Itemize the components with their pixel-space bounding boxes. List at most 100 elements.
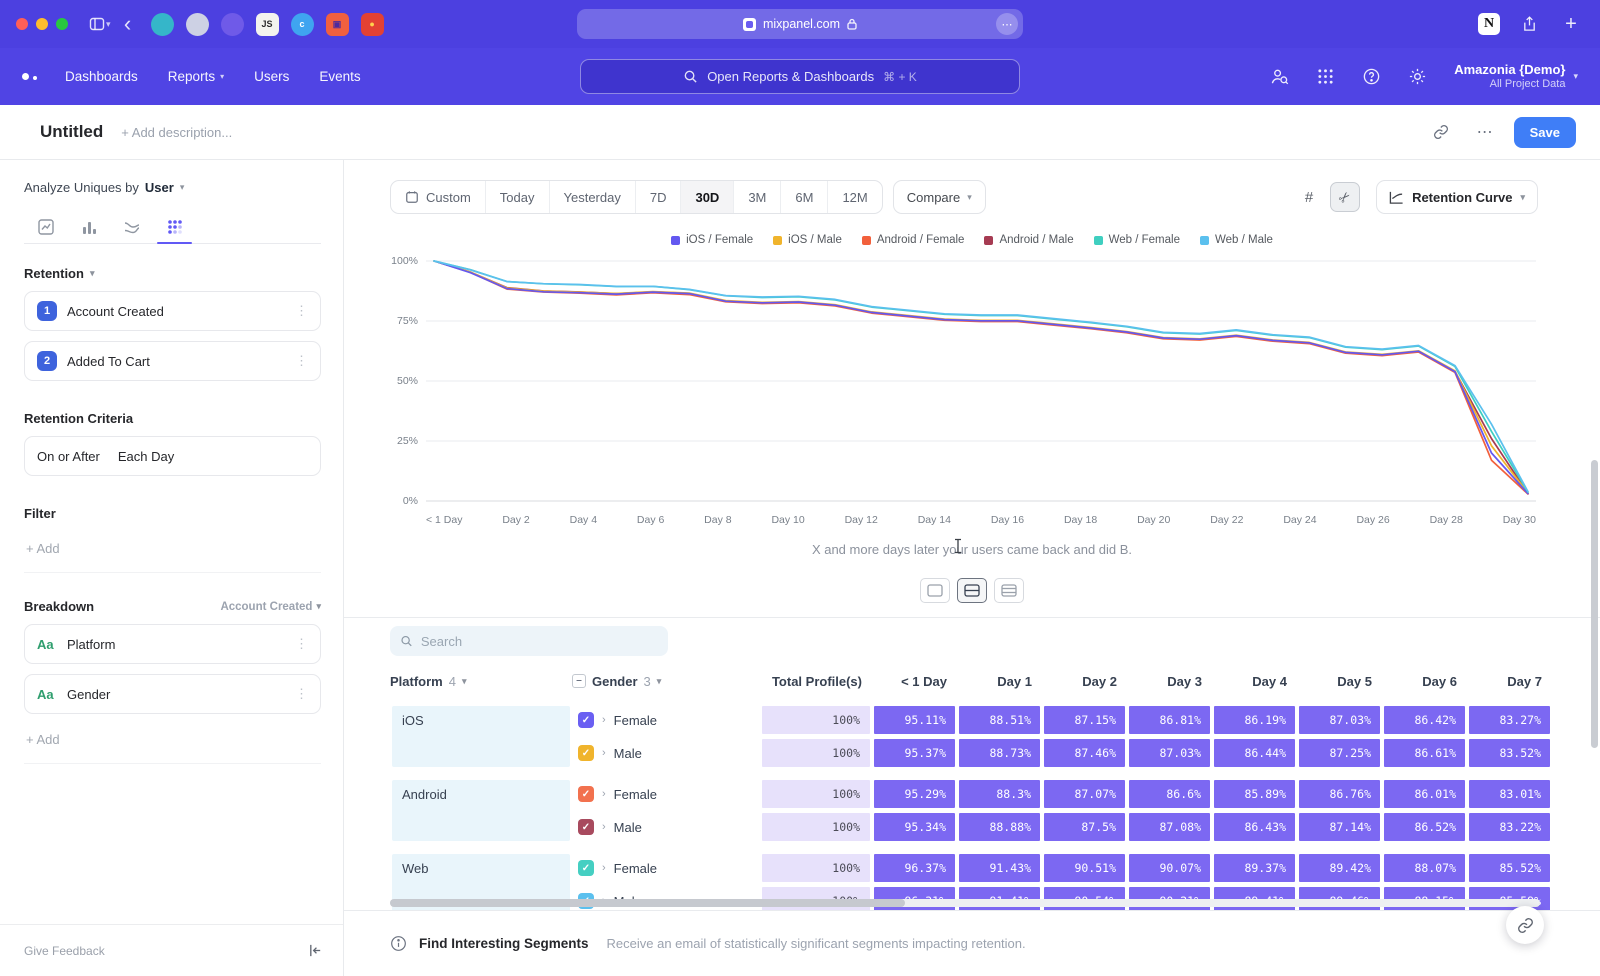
retention-value-cell[interactable]: 86.6% bbox=[1129, 780, 1210, 808]
nav-item-events[interactable]: Events bbox=[319, 69, 360, 84]
extension-recorder-icon[interactable]: ● bbox=[361, 13, 384, 36]
day-column-header[interactable]: Day 3 bbox=[1127, 668, 1212, 694]
range-30d[interactable]: 30D bbox=[680, 181, 733, 213]
retention-value-cell[interactable]: 96.37% bbox=[874, 854, 955, 882]
retention-value-cell[interactable]: 86.76% bbox=[1299, 780, 1380, 808]
legend-web-female[interactable]: Web / Female bbox=[1094, 234, 1180, 246]
range-6m[interactable]: 6M bbox=[780, 181, 827, 213]
retention-value-cell[interactable]: 86.61% bbox=[1384, 739, 1465, 767]
share-link-floating-button[interactable] bbox=[1506, 906, 1544, 944]
total-profiles-column-header[interactable]: Total Profile(s) bbox=[760, 668, 872, 694]
row-checkbox[interactable]: ✓ bbox=[578, 712, 594, 728]
more-options-icon[interactable]: ⋯ bbox=[1470, 117, 1500, 147]
retention-value-cell[interactable]: 89.42% bbox=[1299, 854, 1380, 882]
retention-value-cell[interactable]: 87.08% bbox=[1129, 813, 1210, 841]
retention-line-web-female[interactable] bbox=[434, 261, 1528, 492]
range-12m[interactable]: 12M bbox=[827, 181, 881, 213]
split-view-button[interactable] bbox=[957, 578, 987, 603]
platform-cell[interactable]: Android bbox=[392, 780, 570, 841]
range-today[interactable]: Today bbox=[485, 181, 549, 213]
day-column-header[interactable]: < 1 Day bbox=[872, 668, 957, 694]
gender-cell-android-male[interactable]: ✓›Male bbox=[572, 812, 760, 842]
table-search-input[interactable] bbox=[421, 634, 658, 649]
retention-value-cell[interactable]: 85.89% bbox=[1214, 780, 1295, 808]
criteria-each-day[interactable]: Each Day bbox=[118, 449, 174, 464]
minimize-window-button[interactable] bbox=[36, 18, 48, 30]
row-checkbox[interactable]: ✓ bbox=[578, 745, 594, 761]
retention-value-cell[interactable]: 88.07% bbox=[1384, 854, 1465, 882]
retention-value-cell[interactable]: 95.11% bbox=[874, 706, 955, 734]
retention-section-title[interactable]: Retention bbox=[24, 266, 84, 281]
table-search[interactable] bbox=[390, 626, 668, 656]
range-yesterday[interactable]: Yesterday bbox=[549, 181, 635, 213]
nav-item-users[interactable]: Users bbox=[254, 69, 289, 84]
nav-item-dashboards[interactable]: Dashboards bbox=[65, 69, 138, 84]
chart-view-dropdown[interactable]: Retention Curve ▾ bbox=[1376, 180, 1538, 214]
retention-value-cell[interactable]: 86.42% bbox=[1384, 706, 1465, 734]
nav-item-reports[interactable]: Reports▾ bbox=[168, 69, 224, 84]
gender-cell-android-female[interactable]: ✓›Female bbox=[572, 779, 760, 809]
day-column-header[interactable]: Day 2 bbox=[1042, 668, 1127, 694]
zoom-window-button[interactable] bbox=[56, 18, 68, 30]
extension-js-icon[interactable]: JS bbox=[256, 13, 279, 36]
retention-line-ios-male[interactable] bbox=[434, 261, 1528, 493]
row-checkbox[interactable]: ✓ bbox=[578, 786, 594, 802]
retention-value-cell[interactable]: 86.52% bbox=[1384, 813, 1465, 841]
retention-value-cell[interactable]: 87.03% bbox=[1299, 706, 1380, 734]
apps-grid-icon[interactable] bbox=[1312, 64, 1338, 90]
clip-chart-icon[interactable]: ✂ bbox=[1330, 182, 1360, 212]
gender-column-header[interactable]: – Gender 3 ▾ bbox=[572, 668, 760, 694]
gender-cell-ios-female[interactable]: ✓›Female bbox=[572, 705, 760, 735]
add-breakdown-button[interactable]: + Add bbox=[24, 726, 321, 764]
retention-step-added-to-cart[interactable]: 2Added To Cart⋮ bbox=[24, 341, 321, 381]
add-filter-button[interactable]: + Add bbox=[24, 535, 321, 573]
range-3m[interactable]: 3M bbox=[733, 181, 780, 213]
retention-value-cell[interactable]: 87.46% bbox=[1044, 739, 1125, 767]
save-button[interactable]: Save bbox=[1514, 117, 1576, 148]
retention-value-cell[interactable]: 87.5% bbox=[1044, 813, 1125, 841]
chevron-down-icon[interactable]: ▾ bbox=[106, 19, 111, 30]
annotations-icon[interactable]: # bbox=[1294, 182, 1324, 212]
extension-color-icon[interactable]: c bbox=[291, 13, 314, 36]
retention-value-cell[interactable]: 95.29% bbox=[874, 780, 955, 808]
kebab-menu-icon[interactable]: ⋮ bbox=[295, 303, 308, 319]
retention-value-cell[interactable]: 95.34% bbox=[874, 813, 955, 841]
notion-extension-icon[interactable]: N bbox=[1478, 13, 1500, 35]
retention-value-cell[interactable]: 86.43% bbox=[1214, 813, 1295, 841]
day-column-header[interactable]: Day 7 bbox=[1467, 668, 1552, 694]
day-column-header[interactable]: Day 5 bbox=[1297, 668, 1382, 694]
help-icon[interactable] bbox=[1358, 64, 1384, 90]
select-all-checkbox[interactable]: – bbox=[572, 674, 586, 688]
retention-value-cell[interactable]: 95.37% bbox=[874, 739, 955, 767]
retention-value-cell[interactable]: 88.73% bbox=[959, 739, 1040, 767]
criteria-on-or-after[interactable]: On or After bbox=[37, 449, 100, 464]
day-column-header[interactable]: Day 6 bbox=[1382, 668, 1467, 694]
retention-value-cell[interactable]: 87.25% bbox=[1299, 739, 1380, 767]
site-options-icon[interactable]: ⋯ bbox=[996, 13, 1018, 35]
copy-link-icon[interactable] bbox=[1426, 117, 1456, 147]
retention-value-cell[interactable]: 90.51% bbox=[1044, 854, 1125, 882]
close-window-button[interactable] bbox=[16, 18, 28, 30]
retention-value-cell[interactable]: 83.52% bbox=[1469, 739, 1550, 767]
legend-ios-female[interactable]: iOS / Female bbox=[671, 234, 753, 246]
retention-value-cell[interactable]: 86.01% bbox=[1384, 780, 1465, 808]
chart-only-view-button[interactable] bbox=[920, 578, 950, 603]
retention-line-ios-female[interactable] bbox=[434, 261, 1528, 494]
extension-notes-icon[interactable] bbox=[186, 13, 209, 36]
horizontal-scrollbar[interactable] bbox=[390, 899, 1540, 907]
kebab-menu-icon[interactable]: ⋮ bbox=[295, 686, 308, 702]
platform-cell[interactable]: iOS bbox=[392, 706, 570, 767]
new-tab-icon[interactable]: + bbox=[1558, 11, 1584, 37]
extension-mixpanel-ext-icon[interactable]: ▣ bbox=[326, 13, 349, 36]
retention-value-cell[interactable]: 86.81% bbox=[1129, 706, 1210, 734]
retention-value-cell[interactable]: 88.51% bbox=[959, 706, 1040, 734]
day-column-header[interactable]: Day 4 bbox=[1212, 668, 1297, 694]
share-icon[interactable] bbox=[1516, 11, 1542, 37]
retention-value-cell[interactable]: 87.14% bbox=[1299, 813, 1380, 841]
retention-value-cell[interactable]: 88.3% bbox=[959, 780, 1040, 808]
mixpanel-logo[interactable] bbox=[22, 73, 37, 80]
retention-value-cell[interactable]: 90.07% bbox=[1129, 854, 1210, 882]
breakdown-scope-dropdown[interactable]: Account Created ▾ bbox=[220, 601, 321, 613]
day-column-header[interactable]: Day 1 bbox=[957, 668, 1042, 694]
retention-value-cell[interactable]: 85.52% bbox=[1469, 854, 1550, 882]
